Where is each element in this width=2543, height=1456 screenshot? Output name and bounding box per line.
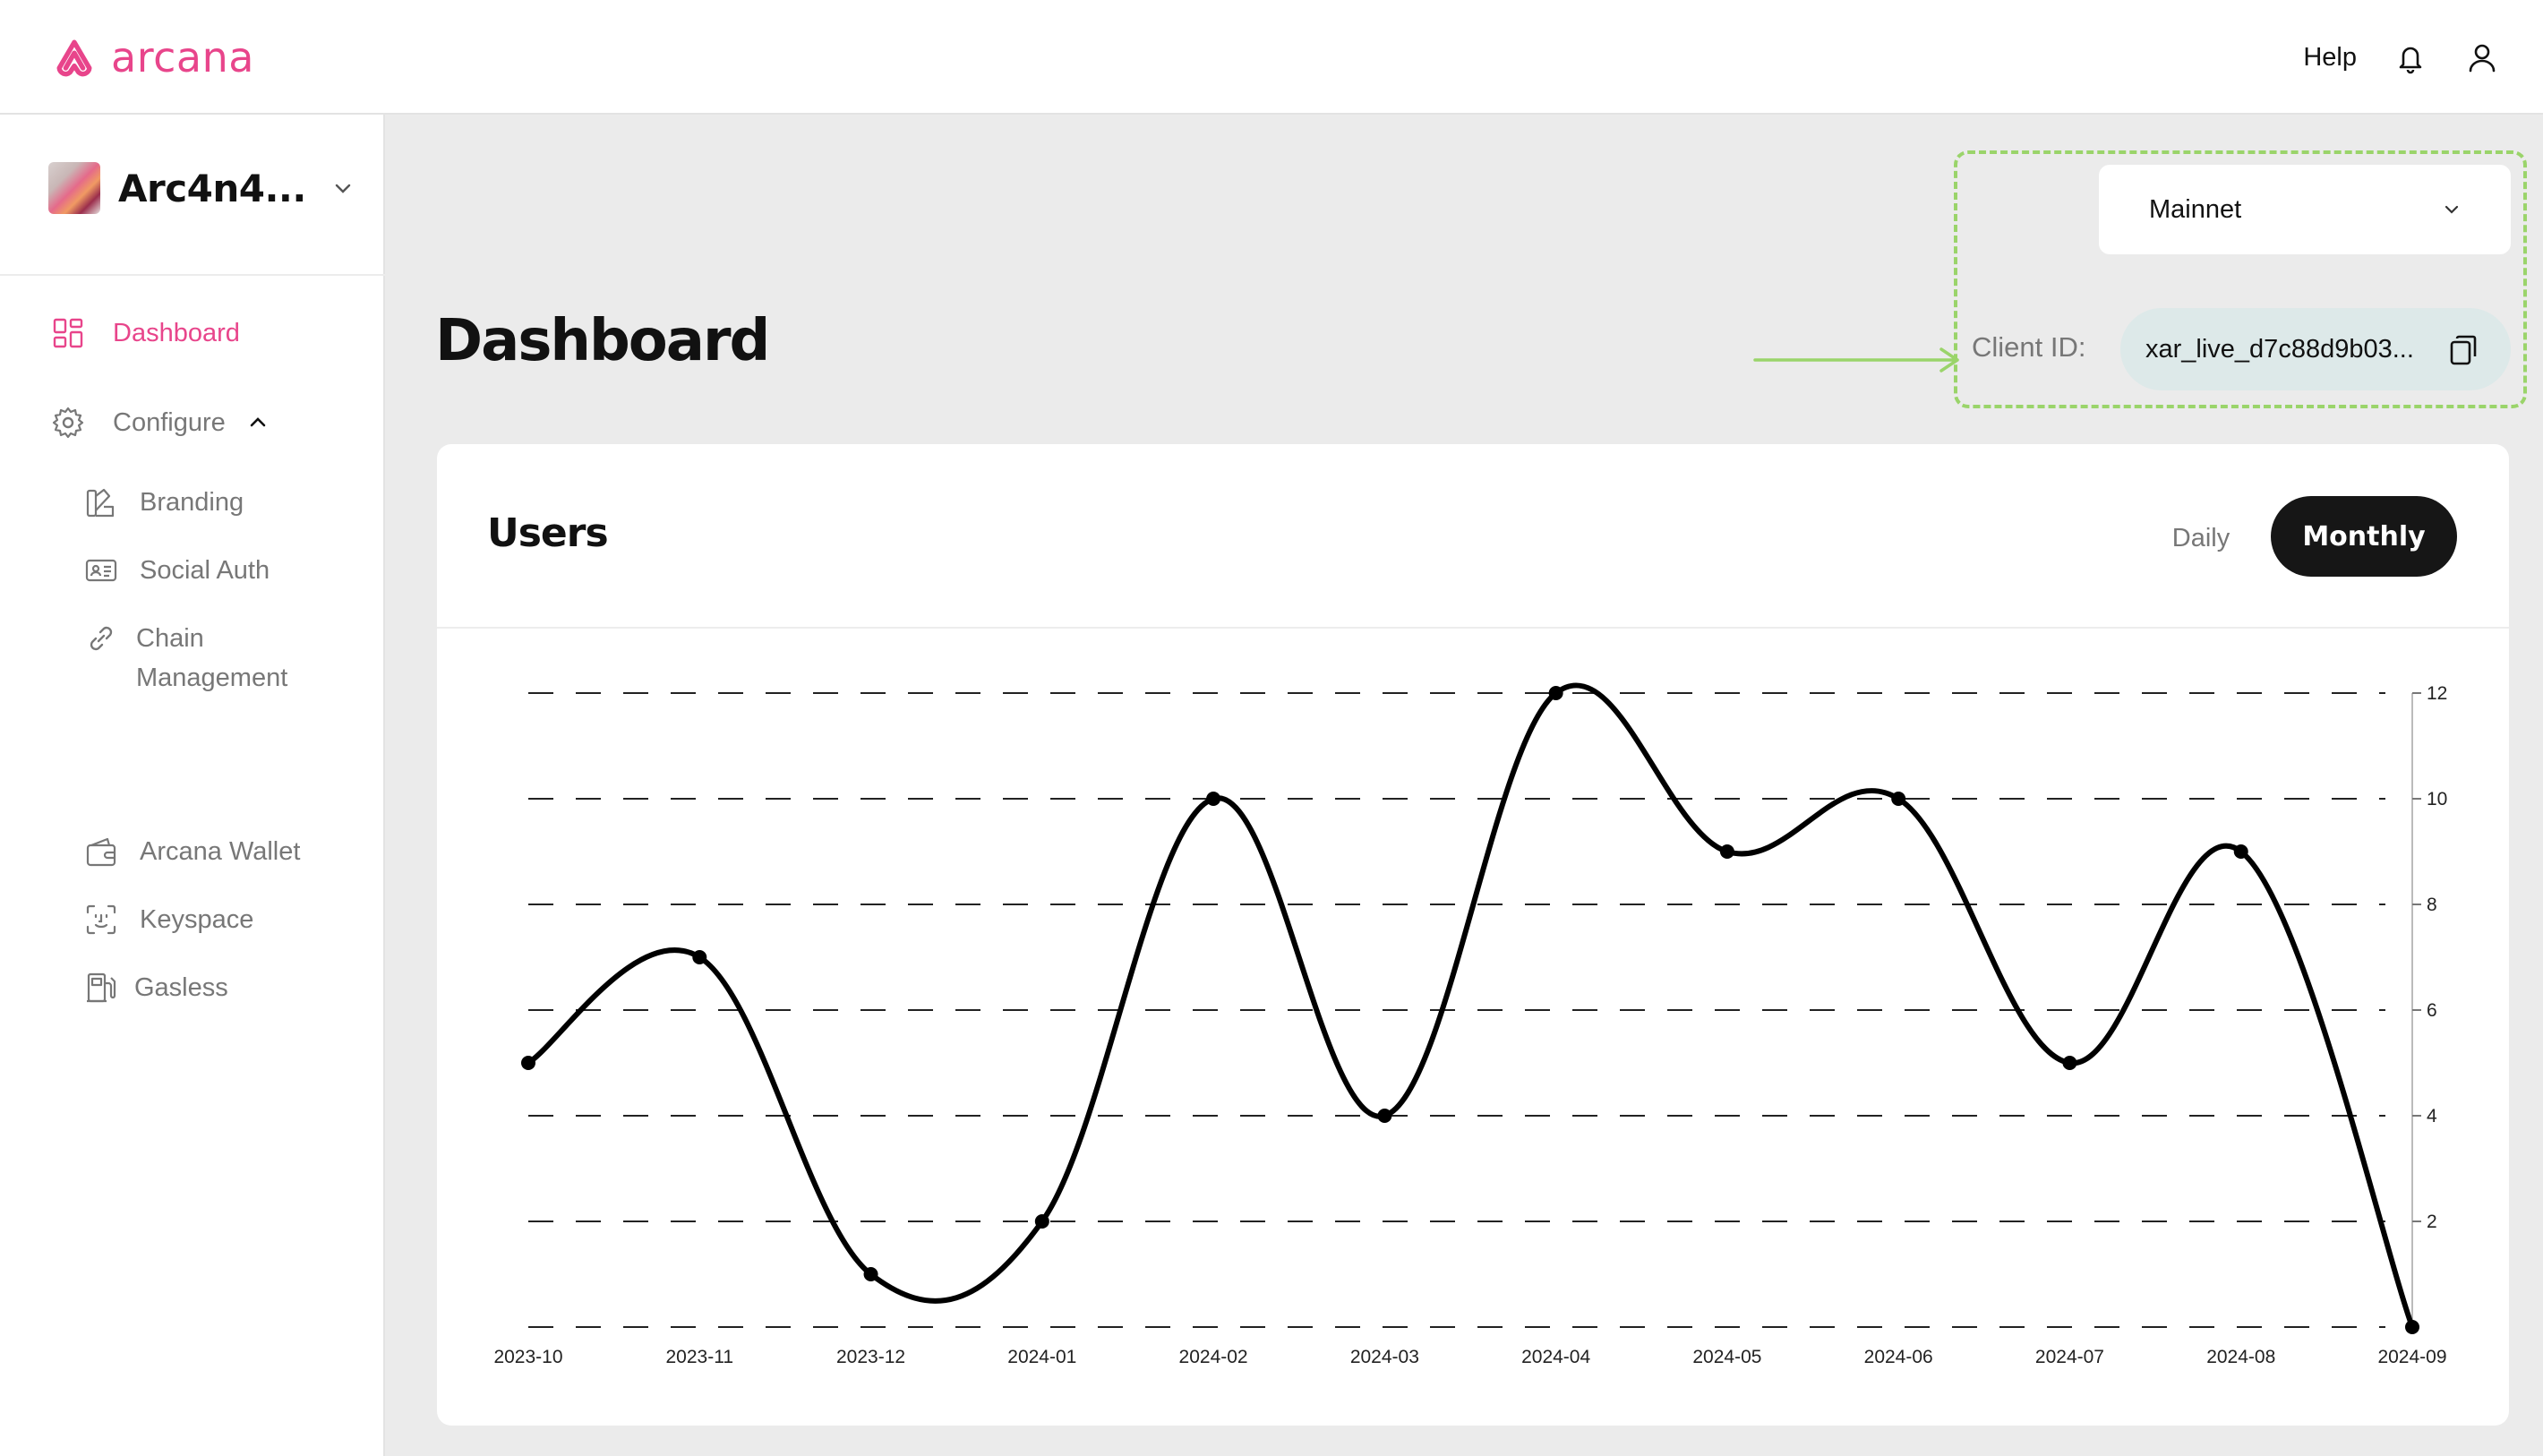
sidebar-item-dashboard[interactable]: Dashboard [50, 315, 240, 351]
sidebar-item-keyspace[interactable]: Keyspace [84, 903, 253, 939]
network-select[interactable]: Mainnet [2099, 165, 2511, 254]
annotation-arrow [1753, 347, 1959, 373]
sidebar-item-label: Configure [113, 407, 226, 437]
sidebar: Arc4n4... Dashboard Configure Branding S… [0, 115, 385, 1456]
brand-logo[interactable]: arcana [48, 30, 254, 84]
sidebar-item-label: Chain Management [136, 619, 287, 698]
wallet-icon [86, 837, 116, 867]
data-point [1034, 1214, 1049, 1229]
x-tick-label: 2023-11 [666, 1347, 734, 1367]
sidebar-item-label: Dashboard [113, 318, 240, 347]
x-tick-label: 2023-10 [493, 1347, 562, 1367]
grid-icon [53, 318, 83, 348]
face-scan-icon [86, 904, 116, 935]
page-title: Dashboard [435, 308, 770, 374]
arcana-logo-icon [56, 39, 92, 77]
data-point [1891, 792, 1906, 806]
top-header: arcana Help [0, 0, 2543, 115]
user-icon[interactable] [2464, 39, 2500, 75]
copy-icon[interactable] [2446, 333, 2480, 367]
client-id-chip: xar_live_d7c88d9b03... [2120, 308, 2511, 390]
x-tick-label: 2024-05 [1692, 1347, 1761, 1367]
app-switcher[interactable]: Arc4n4... [48, 161, 355, 215]
sidebar-divider [0, 274, 385, 276]
x-tick-label: 2024-03 [1350, 1347, 1419, 1367]
y-tick-label: 2 [2427, 1212, 2437, 1232]
sidebar-item-label: Gasless [134, 973, 228, 1002]
chain-label-line2: Management [136, 664, 288, 692]
sidebar-item-chain-management[interactable]: Chain Management [84, 621, 287, 698]
data-point [2405, 1320, 2419, 1334]
users-card: Users Daily Monthly 2 4 6 8 10 12 2023-10 2023-… [437, 444, 2509, 1426]
sidebar-item-arcana-wallet[interactable]: Arcana Wallet [84, 835, 300, 871]
data-point [521, 1056, 535, 1070]
id-card-icon [85, 559, 117, 582]
sidebar-item-label: Arcana Wallet [140, 837, 301, 866]
sidebar-item-label: Keyspace [140, 905, 254, 934]
app-name: Arc4n4... [118, 166, 306, 210]
x-tick-label: 2024-01 [1007, 1347, 1076, 1367]
palette-icon [86, 488, 115, 518]
client-id-label: Client ID: [1972, 331, 2086, 363]
users-series-line [527, 682, 2415, 1329]
y-tick-label: 12 [2427, 683, 2447, 704]
users-line-chart: 2 4 6 8 10 12 2023-10 2023-11 2023-12 2024-01 2024… [493, 682, 2447, 1367]
y-tick-label: 8 [2427, 895, 2437, 915]
users-card-title: Users [487, 510, 609, 556]
x-tick-label: 2024-02 [1179, 1347, 1248, 1367]
data-point [1377, 1109, 1392, 1123]
sidebar-item-gasless[interactable]: Gasless [84, 971, 228, 1007]
network-value: Mainnet [2149, 194, 2242, 224]
chevron-down-icon [2445, 205, 2459, 214]
sidebar-item-branding[interactable]: Branding [84, 485, 244, 522]
y-tick-label: 6 [2427, 1000, 2437, 1021]
y-tick-label: 4 [2427, 1106, 2437, 1126]
chevron-up-icon [250, 417, 266, 427]
data-point [2062, 1056, 2077, 1070]
x-tick-label: 2024-06 [1864, 1347, 1933, 1367]
chain-label-line1: Chain [136, 624, 204, 653]
x-tick-label: 2024-09 [2377, 1347, 2446, 1367]
data-point [863, 1267, 878, 1281]
app-avatar [48, 162, 100, 214]
header-actions: Help [2303, 30, 2500, 84]
data-point [1548, 686, 1563, 700]
x-tick-label: 2024-08 [2206, 1347, 2275, 1367]
help-link[interactable]: Help [2303, 43, 2357, 73]
x-tick-label: 2024-04 [1521, 1347, 1590, 1367]
x-tick-label: 2023-12 [836, 1347, 905, 1367]
x-tick-label: 2024-07 [2035, 1347, 2104, 1367]
gear-icon [52, 407, 84, 439]
sidebar-item-social-auth[interactable]: Social Auth [84, 553, 270, 590]
fuel-pump-icon [87, 972, 116, 1003]
data-point [1719, 844, 1734, 859]
sidebar-item-label: Branding [140, 488, 244, 517]
bell-icon[interactable] [2393, 39, 2428, 75]
tab-daily[interactable]: Daily [2147, 498, 2255, 578]
sidebar-item-configure[interactable]: Configure [50, 405, 269, 441]
y-tick-label: 10 [2427, 789, 2447, 809]
client-id-value: xar_live_d7c88d9b03... [2145, 334, 2414, 364]
brand-name: arcana [111, 33, 254, 81]
tab-monthly[interactable]: Monthly [2271, 496, 2457, 577]
data-point [1206, 792, 1221, 806]
chevron-down-icon [335, 184, 351, 193]
data-point [2233, 844, 2248, 859]
sidebar-item-label: Social Auth [140, 556, 270, 585]
link-icon [90, 626, 113, 651]
data-point [692, 950, 707, 964]
